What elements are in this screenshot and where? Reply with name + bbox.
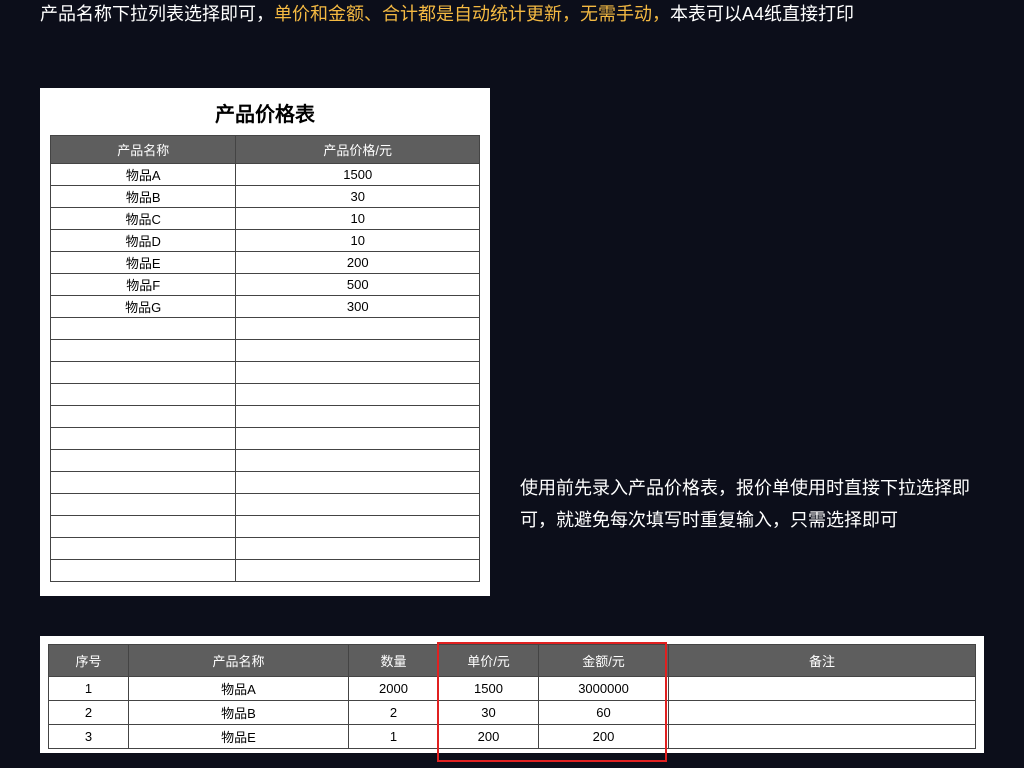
price-table: 产品名称 产品价格/元 物品A1500物品B30物品C10物品D10物品E200… — [50, 135, 480, 582]
price-table-row — [51, 538, 480, 560]
price-table-row: 物品C10 — [51, 208, 480, 230]
price-table-cell — [51, 362, 236, 384]
price-table-cell: 10 — [236, 208, 480, 230]
price-table-row — [51, 516, 480, 538]
price-table-cell: 物品B — [51, 186, 236, 208]
quote-header-remark: 备注 — [669, 645, 976, 677]
price-table-row — [51, 560, 480, 582]
price-table-cell — [236, 362, 480, 384]
quote-table-cell: 3 — [49, 725, 129, 749]
quote-header-amount: 金额/元 — [539, 645, 669, 677]
price-table-cell: 300 — [236, 296, 480, 318]
price-table-cell — [236, 472, 480, 494]
quote-table-cell: 1500 — [439, 677, 539, 701]
quote-table-row: 3物品E1200200 — [49, 725, 976, 749]
quote-table-cell: 物品E — [129, 725, 349, 749]
price-table-row: 物品E200 — [51, 252, 480, 274]
quote-table-row: 1物品A200015003000000 — [49, 677, 976, 701]
price-table-cell — [236, 538, 480, 560]
quote-table-cell: 物品B — [129, 701, 349, 725]
quote-table-cell: 2 — [49, 701, 129, 725]
price-table-row — [51, 494, 480, 516]
quote-table-cell: 物品A — [129, 677, 349, 701]
quote-header-qty: 数量 — [349, 645, 439, 677]
price-table-cell — [236, 318, 480, 340]
desc-top-highlight: 单价和金额、合计都是自动统计更新，无需手动， — [274, 4, 670, 24]
price-table-row: 物品F500 — [51, 274, 480, 296]
price-table-cell — [51, 450, 236, 472]
price-table-cell — [236, 516, 480, 538]
quote-table-row: 2物品B23060 — [49, 701, 976, 725]
quote-table-cell: 2000 — [349, 677, 439, 701]
quote-header-unit: 单价/元 — [439, 645, 539, 677]
quote-table: 序号 产品名称 数量 单价/元 金额/元 备注 1物品A200015003000… — [48, 644, 976, 749]
description-right: 使用前先录入产品价格表，报价单使用时直接下拉选择即可，就避免每次填写时重复输入，… — [520, 472, 984, 537]
price-table-cell — [51, 406, 236, 428]
price-table-cell: 物品C — [51, 208, 236, 230]
quote-table-cell: 60 — [539, 701, 669, 725]
price-table-row — [51, 428, 480, 450]
price-table-cell: 物品G — [51, 296, 236, 318]
price-table-cell — [51, 560, 236, 582]
price-table-row — [51, 406, 480, 428]
price-table-cell — [236, 428, 480, 450]
price-table-cell — [236, 406, 480, 428]
price-table-cell: 10 — [236, 230, 480, 252]
price-table-cell — [51, 428, 236, 450]
quote-header-seq: 序号 — [49, 645, 129, 677]
price-table-cell — [51, 472, 236, 494]
price-table-row — [51, 362, 480, 384]
quote-table-cell: 200 — [539, 725, 669, 749]
price-table-row — [51, 450, 480, 472]
price-table-row — [51, 384, 480, 406]
quote-table-cell — [669, 677, 976, 701]
desc-top-text-1: 产品名称下拉列表选择即可， — [40, 4, 274, 24]
price-table-cell — [51, 538, 236, 560]
price-table-cell — [236, 384, 480, 406]
price-table-cell — [51, 494, 236, 516]
price-table-row: 物品A1500 — [51, 164, 480, 186]
quote-header-name: 产品名称 — [129, 645, 349, 677]
quote-table-cell: 200 — [439, 725, 539, 749]
desc-top-text-2: 本表可以A4纸直接打印 — [670, 4, 854, 24]
price-table-cell — [51, 384, 236, 406]
price-table-cell — [236, 340, 480, 362]
price-table-cell: 30 — [236, 186, 480, 208]
price-table-cell — [51, 516, 236, 538]
price-table-cell — [236, 560, 480, 582]
price-table-cell: 物品F — [51, 274, 236, 296]
price-table-row: 物品G300 — [51, 296, 480, 318]
price-table-cell — [51, 318, 236, 340]
price-table-container: 产品价格表 产品名称 产品价格/元 物品A1500物品B30物品C10物品D10… — [40, 88, 490, 596]
price-table-cell — [236, 494, 480, 516]
quote-table-cell — [669, 725, 976, 749]
quote-table-cell: 1 — [49, 677, 129, 701]
price-table-cell: 物品A — [51, 164, 236, 186]
price-table-row: 物品B30 — [51, 186, 480, 208]
quote-table-cell — [669, 701, 976, 725]
price-table-cell: 1500 — [236, 164, 480, 186]
price-table-header-price: 产品价格/元 — [236, 136, 480, 164]
price-table-row — [51, 318, 480, 340]
quote-table-container: 序号 产品名称 数量 单价/元 金额/元 备注 1物品A200015003000… — [40, 636, 984, 753]
price-table-cell: 200 — [236, 252, 480, 274]
quote-table-cell: 2 — [349, 701, 439, 725]
price-table-cell: 物品D — [51, 230, 236, 252]
quote-table-cell: 1 — [349, 725, 439, 749]
price-table-title: 产品价格表 — [50, 98, 480, 127]
price-table-header-name: 产品名称 — [51, 136, 236, 164]
description-top: 产品名称下拉列表选择即可，单价和金额、合计都是自动统计更新，无需手动，本表可以A… — [40, 0, 984, 29]
price-table-cell: 500 — [236, 274, 480, 296]
price-table-row: 物品D10 — [51, 230, 480, 252]
price-table-cell — [51, 340, 236, 362]
price-table-cell: 物品E — [51, 252, 236, 274]
price-table-row — [51, 340, 480, 362]
price-table-cell — [236, 450, 480, 472]
price-table-row — [51, 472, 480, 494]
quote-table-cell: 30 — [439, 701, 539, 725]
quote-table-cell: 3000000 — [539, 677, 669, 701]
